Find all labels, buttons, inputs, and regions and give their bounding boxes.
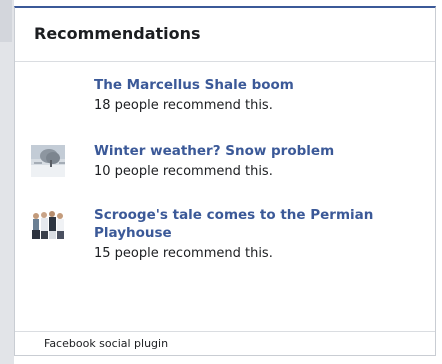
theater-cast-image xyxy=(31,208,65,240)
recommendation-link[interactable]: The Marcellus Shale boom xyxy=(94,76,414,94)
widget-header: Recommendations xyxy=(15,8,435,62)
widget-title: Recommendations xyxy=(34,24,201,43)
recommendations-widget: Recommendations The Marcellus Shale boom… xyxy=(14,6,436,356)
left-edge-notch xyxy=(0,0,12,42)
recommendation-item: Winter weather? Snow problem 10 people r… xyxy=(15,142,435,186)
snowy-tree-image xyxy=(31,145,65,177)
left-edge-panel xyxy=(0,0,14,364)
recommendation-text: Scrooge's tale comes to the Permian Play… xyxy=(94,206,414,263)
snowy-tree-thumbnail[interactable] xyxy=(31,145,65,177)
recommendation-link[interactable]: Scrooge's tale comes to the Permian Play… xyxy=(94,206,414,242)
theater-cast-thumbnail[interactable] xyxy=(31,208,65,240)
page: Recommendations The Marcellus Shale boom… xyxy=(0,0,442,364)
recommendation-item: The Marcellus Shale boom 18 people recom… xyxy=(15,76,435,116)
recommendation-count: 15 people recommend this. xyxy=(94,246,273,261)
widget-footer: Facebook social plugin xyxy=(15,331,435,355)
recommendation-count: 10 people recommend this. xyxy=(94,164,273,179)
facebook-plugin-label[interactable]: Facebook social plugin xyxy=(44,337,168,350)
recommendation-count: 18 people recommend this. xyxy=(94,98,273,113)
recommendation-text: Winter weather? Snow problem 10 people r… xyxy=(94,142,414,181)
recommendation-item: Scrooge's tale comes to the Permian Play… xyxy=(15,206,435,272)
recommendation-link[interactable]: Winter weather? Snow problem xyxy=(94,142,414,160)
recommendation-text: The Marcellus Shale boom 18 people recom… xyxy=(94,76,414,115)
